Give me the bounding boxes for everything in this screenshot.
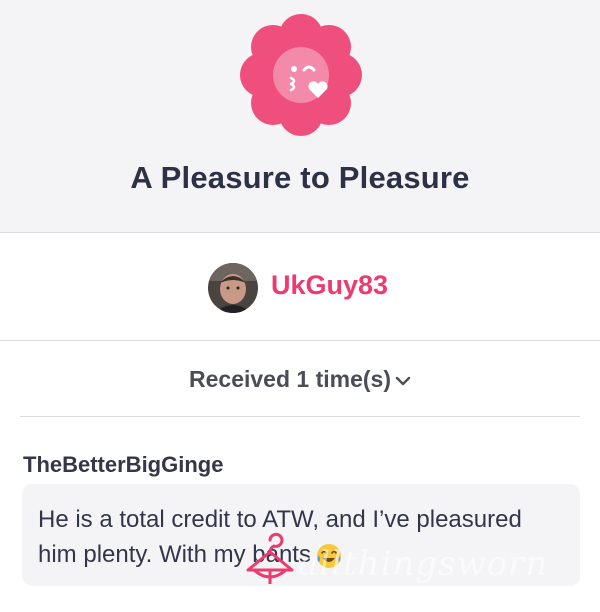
watermark-text: allthingsworn: [298, 544, 549, 584]
received-label: Received 1 time(s): [189, 366, 391, 392]
achievement-header: A Pleasure to Pleasure: [0, 0, 600, 233]
divider: [20, 416, 580, 417]
avatar-photo: [208, 263, 258, 313]
review-author[interactable]: TheBetterBigGinge: [23, 452, 223, 478]
username-link[interactable]: UkGuy83: [271, 270, 388, 301]
received-count-toggle[interactable]: Received 1 time(s): [0, 366, 600, 393]
hanger-logo-icon: [246, 532, 294, 584]
chevron-down-icon: [395, 376, 411, 386]
user-avatar[interactable]: [208, 263, 258, 313]
achievement-title: A Pleasure to Pleasure: [130, 160, 470, 195]
kissing-face-flower-badge-icon: [240, 14, 362, 136]
user-row: UkGuy83: [0, 234, 600, 341]
